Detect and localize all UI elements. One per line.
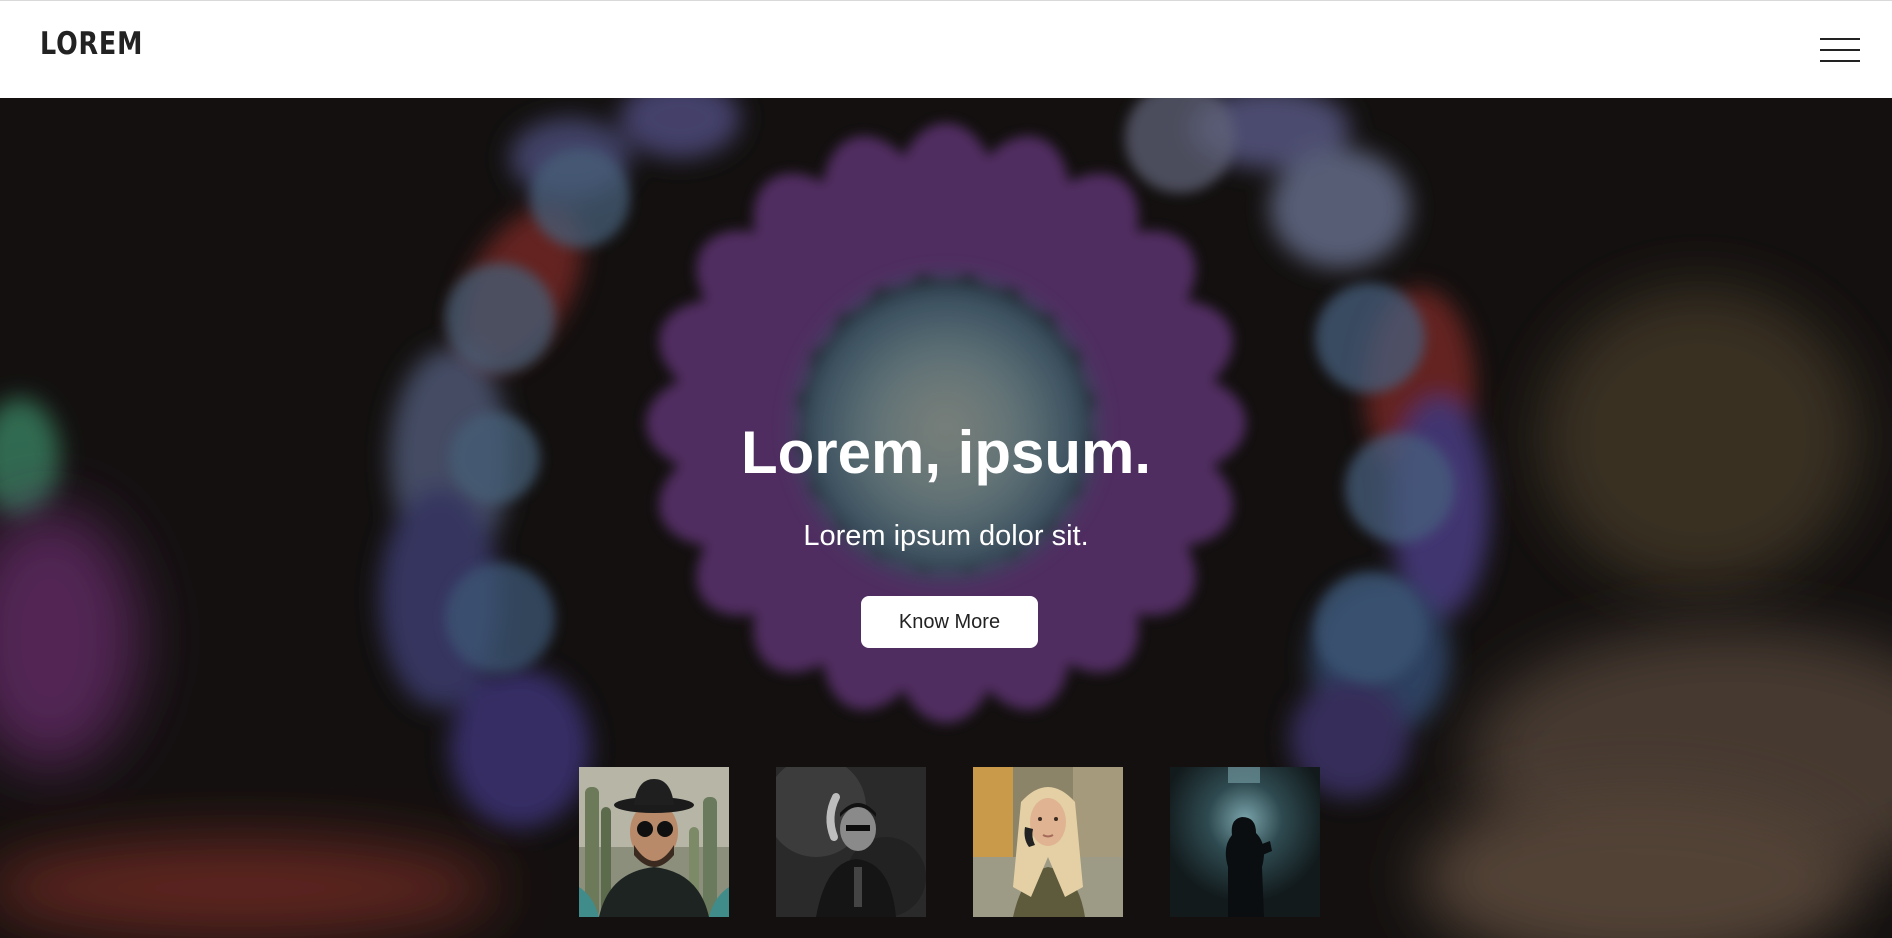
- thumbnail-image: [973, 767, 1123, 917]
- thumbnail-image: [776, 767, 926, 917]
- hero-subtitle: Lorem ipsum dolor sit.: [803, 520, 1089, 552]
- thumbnail-image: [579, 767, 729, 917]
- navbar: LOREM: [0, 0, 1892, 98]
- thumbnail-silhouette[interactable]: [1170, 767, 1320, 917]
- thumbnail-man-bw[interactable]: [776, 767, 926, 917]
- menu-line: [1820, 60, 1860, 62]
- thumbnail-image: [1170, 767, 1320, 917]
- hamburger-menu-icon[interactable]: [1820, 35, 1860, 65]
- menu-line: [1820, 49, 1860, 51]
- thumbnail-strip: [0, 767, 1892, 917]
- hero-title: Lorem, ipsum.: [740, 419, 1152, 486]
- thumbnail-man-hat[interactable]: [579, 767, 729, 917]
- site-logo[interactable]: LOREM: [40, 29, 143, 60]
- hero-section: Lorem, ipsum. Lorem ipsum dolor sit. Kno…: [0, 98, 1892, 938]
- thumbnail-woman-blonde[interactable]: [973, 767, 1123, 917]
- know-more-button[interactable]: Know More: [861, 596, 1038, 648]
- menu-line: [1820, 38, 1860, 40]
